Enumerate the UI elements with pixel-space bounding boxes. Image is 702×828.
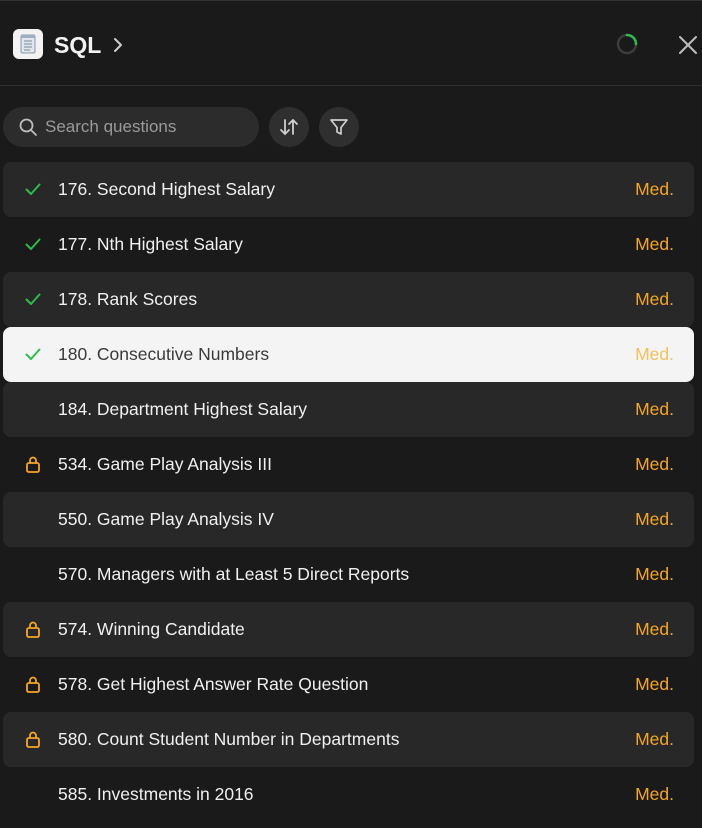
difficulty-label: Med. [635,454,674,474]
question-row[interactable]: 534. Game Play Analysis III Med. [3,437,694,492]
difficulty-label: Med. [635,399,674,419]
question-title[interactable]: 534. Game Play Analysis III [58,437,272,492]
difficulty-label: Med. [635,674,674,694]
question-title[interactable]: 180. Consecutive Numbers [58,327,269,382]
question-title[interactable]: 176. Second Highest Salary [58,162,275,217]
page-title[interactable]: SQL [54,29,101,61]
difficulty-label: Med. [635,509,674,529]
question-title[interactable]: 178. Rank Scores [58,272,197,327]
status-empty [23,784,43,804]
lock-icon [23,674,43,694]
filter-icon [330,119,348,135]
question-row[interactable]: 177. Nth Highest Salary Med. [3,217,694,272]
difficulty-label: Med. [635,289,674,309]
sort-arrows-icon [280,119,298,135]
panel-header: SQL [0,0,702,86]
question-title[interactable]: 574. Winning Candidate [58,602,245,657]
search-icon [18,117,38,137]
question-row[interactable]: 184. Department Highest Salary Med. [3,382,694,437]
check-icon [23,234,43,254]
status-empty [23,509,43,529]
difficulty-label: Med. [635,619,674,639]
question-row[interactable]: 570. Managers with at Least 5 Direct Rep… [3,547,694,602]
check-icon [23,179,43,199]
question-title[interactable]: 550. Game Play Analysis IV [58,492,274,547]
lock-icon [23,619,43,639]
question-title[interactable]: 177. Nth Highest Salary [58,217,243,272]
check-icon [23,289,43,309]
lock-icon [23,729,43,749]
question-row[interactable]: 176. Second Highest Salary Med. [3,162,694,217]
notebook-icon[interactable] [13,29,43,59]
difficulty-label: Med. [635,564,674,584]
difficulty-label: Med. [635,179,674,199]
search-input[interactable] [45,107,245,147]
loading-spinner-icon [615,32,639,56]
difficulty-label: Med. [635,234,674,254]
check-icon [23,344,43,364]
difficulty-label: Med. [635,784,674,804]
question-title[interactable]: 585. Investments in 2016 [58,767,254,822]
difficulty-label: Med. [635,729,674,749]
close-icon[interactable] [675,32,701,58]
question-title[interactable]: 580. Count Student Number in Departments [58,712,399,767]
problem-list-panel: SQL Search questions 176. Second Highest… [0,0,702,828]
question-title[interactable]: 570. Managers with at Least 5 Direct Rep… [58,547,409,602]
question-row[interactable]: 585. Investments in 2016 Med. [3,767,694,822]
question-row[interactable]: 578. Get Highest Answer Rate Question Me… [3,657,694,712]
question-list: 176. Second Highest Salary Med. 177. Nth… [3,162,694,822]
status-empty [23,564,43,584]
chevron-right-icon[interactable] [111,35,125,55]
question-title[interactable]: 578. Get Highest Answer Rate Question [58,657,368,712]
question-title[interactable]: 184. Department Highest Salary [58,382,307,437]
question-row[interactable]: 580. Count Student Number in Departments… [3,712,694,767]
filter-button[interactable] [319,107,359,147]
question-row[interactable]: 180. Consecutive Numbers Med. [3,327,694,382]
question-row[interactable]: 550. Game Play Analysis IV Med. [3,492,694,547]
question-row[interactable]: 574. Winning Candidate Med. [3,602,694,657]
status-empty [23,399,43,419]
difficulty-label: Med. [635,344,674,364]
search-box[interactable] [3,107,259,147]
lock-icon [23,454,43,474]
question-row[interactable]: 178. Rank Scores Med. [3,272,694,327]
sort-button[interactable] [269,107,309,147]
